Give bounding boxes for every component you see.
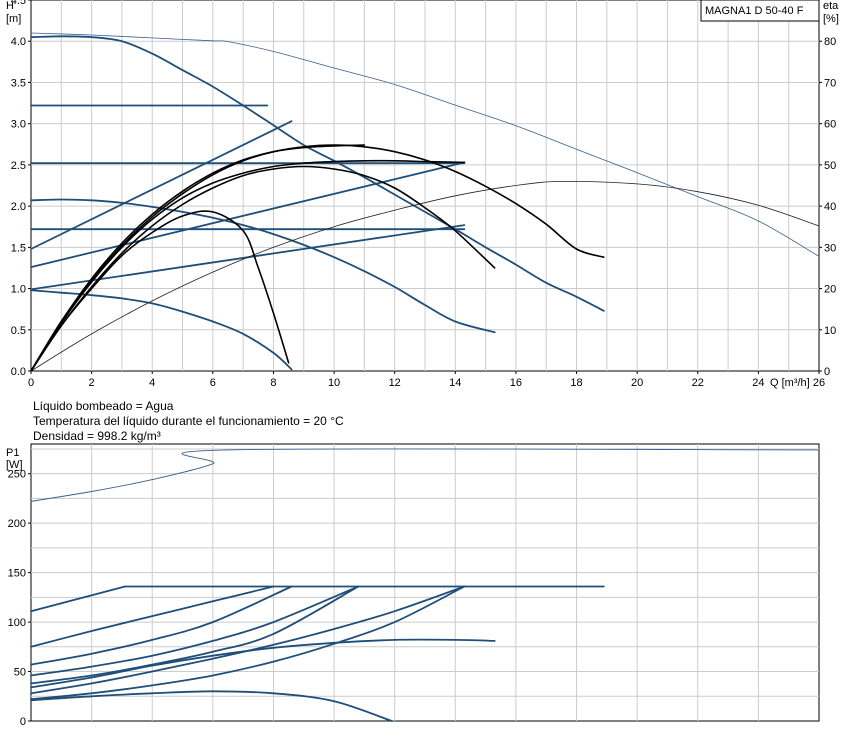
head-grid bbox=[31, 0, 819, 371]
series-eff-curve-5 bbox=[30, 159, 466, 372]
power-tick-label: 100 bbox=[8, 617, 26, 629]
head-efficiency-panel: 0.00.51.01.52.02.53.03.54.04.50102030405… bbox=[6, 0, 839, 389]
eta-tick-label: 40 bbox=[824, 201, 836, 213]
head-tick-label: 2.0 bbox=[11, 201, 26, 213]
density-text: Densidad = 998.2 kg/m³ bbox=[33, 429, 161, 443]
flow-tick-label: 8 bbox=[270, 377, 276, 389]
flow-tick-label: 14 bbox=[449, 377, 461, 389]
eta-tick-label: 70 bbox=[824, 77, 836, 89]
head-tick-label: 3.0 bbox=[11, 119, 26, 131]
series-eff-curve-4 bbox=[30, 144, 366, 372]
eta-tick-label: 10 bbox=[824, 325, 836, 337]
flow-tick-label: 20 bbox=[631, 377, 643, 389]
flow-tick-label: 18 bbox=[570, 377, 582, 389]
series-p1-min bbox=[30, 690, 393, 722]
head-axis-label: H bbox=[6, 0, 14, 12]
head-tick-label: 1.5 bbox=[11, 242, 26, 254]
power-tick-label: 50 bbox=[14, 667, 26, 679]
head-tick-label: 2.5 bbox=[11, 160, 26, 172]
flow-tick-label: 4 bbox=[149, 377, 155, 389]
flow-tick-label: 6 bbox=[210, 377, 216, 389]
flow-tick-label: 10 bbox=[328, 377, 340, 389]
power-tick-label: 150 bbox=[8, 568, 26, 580]
power-grid bbox=[31, 444, 819, 721]
liquid-temperature-text: Temperatura del líquido durante el funci… bbox=[33, 414, 344, 428]
head-tick-label: 0.5 bbox=[11, 325, 26, 337]
series-head-diag-b bbox=[30, 161, 466, 268]
pumped-liquid-text: Líquido bombeado = Agua bbox=[33, 399, 174, 413]
power-plot-frame bbox=[30, 443, 820, 722]
flow-tick-label: 12 bbox=[389, 377, 401, 389]
flow-tick-label: 2 bbox=[89, 377, 95, 389]
pump-curve-chart: 0.00.51.01.52.02.53.03.54.04.50102030405… bbox=[6, 0, 839, 728]
power-tick-label: 200 bbox=[8, 518, 26, 530]
model-label: MAGNA1 D 50-40 F bbox=[705, 5, 804, 17]
eta-tick-label: 80 bbox=[824, 36, 836, 48]
series-p1-max bbox=[30, 448, 820, 502]
head-tick-label: 0.0 bbox=[11, 366, 26, 378]
eta-tick-label: 30 bbox=[824, 242, 836, 254]
flow-tick-label: 16 bbox=[510, 377, 522, 389]
head-tick-label: 3.5 bbox=[11, 77, 26, 89]
power-axis-label: P1 bbox=[6, 447, 19, 459]
head-axis-unit: [m] bbox=[6, 13, 21, 25]
eta-axis-unit: [%] bbox=[823, 13, 839, 25]
flow-tick-label: 22 bbox=[692, 377, 704, 389]
eta-tick-label: 60 bbox=[824, 119, 836, 131]
flow-tick-label: 0 bbox=[28, 377, 34, 389]
power-panel: 050100150200250 P1 [W] bbox=[6, 443, 820, 728]
eta-axis-label: eta bbox=[823, 0, 839, 12]
power-tick-label: 0 bbox=[20, 716, 26, 728]
head-tick-label: 4.0 bbox=[11, 36, 26, 48]
eta-tick-label: 20 bbox=[824, 284, 836, 296]
flow-tick-label: 26 bbox=[813, 377, 825, 389]
series-head-max-blue bbox=[30, 35, 605, 312]
series-p1-line-a bbox=[30, 585, 126, 613]
flow-axis-label: Q [m³/h] bbox=[770, 377, 810, 389]
power-axes: 050100150200250 bbox=[8, 469, 31, 728]
head-tick-label: 1.0 bbox=[11, 284, 26, 296]
eta-tick-label: 50 bbox=[824, 160, 836, 172]
power-series-group bbox=[30, 448, 820, 722]
flow-tick-label: 24 bbox=[752, 377, 764, 389]
power-axis-unit: [W] bbox=[6, 459, 23, 471]
